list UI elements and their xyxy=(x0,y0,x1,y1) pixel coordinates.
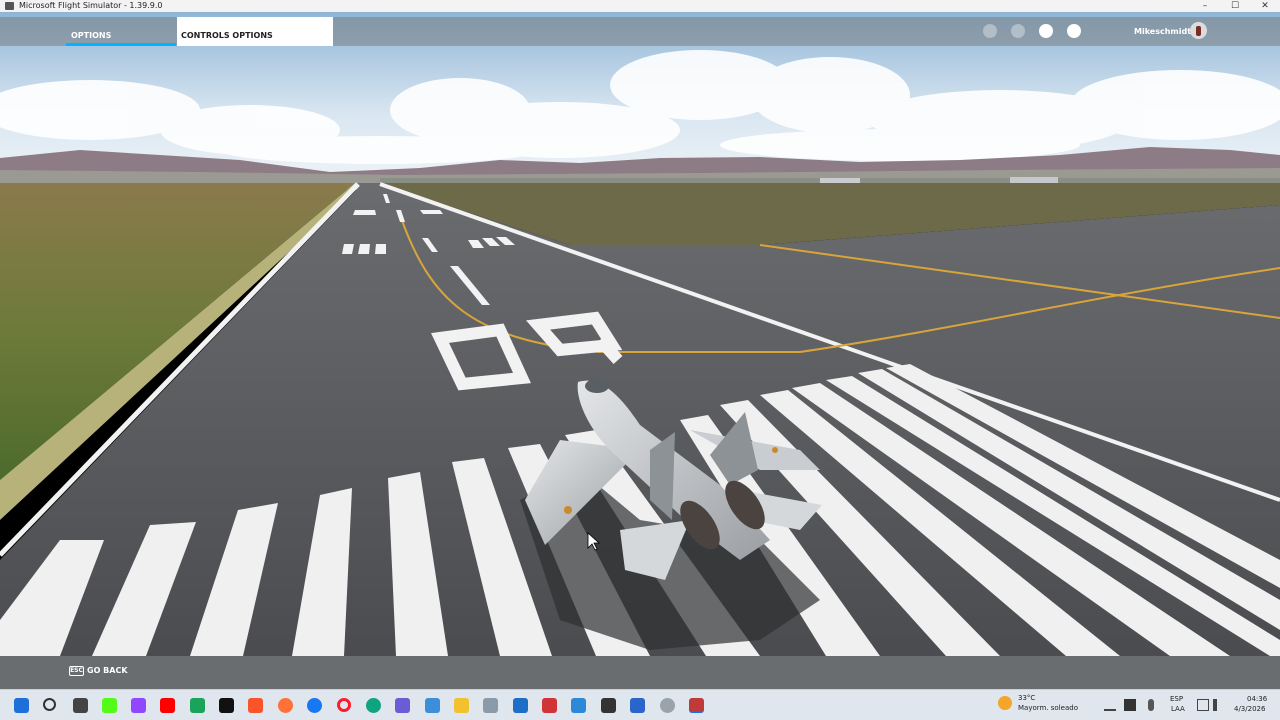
esc-key-hint: ESC xyxy=(69,666,84,676)
keyboard-layout[interactable]: LAA xyxy=(1171,705,1185,713)
youtube-icon[interactable] xyxy=(160,698,175,713)
close-button[interactable]: ✕ xyxy=(1250,0,1280,12)
app-icon xyxy=(5,2,14,10)
microphone-icon[interactable] xyxy=(1148,699,1154,711)
show-hidden-icons-icon[interactable] xyxy=(1104,699,1116,711)
snipping-icon[interactable] xyxy=(630,698,645,713)
profile-icon[interactable] xyxy=(1039,24,1053,38)
top-navigation-bar: OPTIONS CONTROLS OPTIONS MikeschmidtX xyxy=(0,17,1280,46)
opera-icon[interactable] xyxy=(337,698,351,712)
simulator-viewport xyxy=(0,12,1280,690)
tab-controls-options-label: CONTROLS OPTIONS xyxy=(181,31,273,40)
weather-sun-icon[interactable] xyxy=(998,696,1012,710)
tab-options-label: OPTIONS xyxy=(71,31,112,40)
weather-temperature[interactable]: 33°C xyxy=(1018,694,1035,702)
weather-description[interactable]: Mayorm. soleado xyxy=(1018,704,1078,712)
input-language[interactable]: ESP xyxy=(1170,695,1183,703)
ea-icon[interactable] xyxy=(601,698,616,713)
minimize-button[interactable]: – xyxy=(1190,0,1220,12)
tab-controls-options[interactable]: CONTROLS OPTIONS xyxy=(177,17,333,46)
mail-icon[interactable] xyxy=(513,698,528,713)
pc-app-icon[interactable] xyxy=(425,698,440,713)
windows-taskbar: 33°C Mayorm. soleado ESP LAA 04:36 4/3/2… xyxy=(0,689,1280,720)
facebook-icon[interactable] xyxy=(307,698,322,713)
store-icon[interactable] xyxy=(483,698,498,713)
volume-icon[interactable] xyxy=(1213,699,1225,711)
calendar-app-icon[interactable] xyxy=(542,698,557,713)
search-icon[interactable] xyxy=(43,698,56,711)
brave-icon[interactable] xyxy=(248,698,263,713)
tab-options[interactable]: OPTIONS xyxy=(66,17,176,46)
edge-icon[interactable] xyxy=(366,698,381,713)
network-icon[interactable] xyxy=(1197,699,1209,711)
active-tab-indicator xyxy=(66,43,176,46)
twitch-icon[interactable] xyxy=(131,698,146,713)
sync-icon[interactable] xyxy=(983,24,997,38)
notifications-icon[interactable] xyxy=(1067,24,1081,38)
start-icon[interactable] xyxy=(14,698,29,713)
window-titlebar: Microsoft Flight Simulator - 1.39.9.0 – … xyxy=(0,0,1280,12)
x-icon[interactable] xyxy=(219,698,234,713)
file-explorer-icon[interactable] xyxy=(454,698,469,713)
photos-app-icon[interactable] xyxy=(571,698,586,713)
task-view-icon[interactable] xyxy=(73,698,88,713)
window-title: Microsoft Flight Simulator - 1.39.9.0 xyxy=(19,1,163,10)
clock-date[interactable]: 4/3/2026 xyxy=(1234,705,1265,713)
adobe-tray-icon[interactable] xyxy=(1124,699,1136,711)
achievements-icon[interactable] xyxy=(1011,24,1025,38)
bottom-action-bar: ESC GO BACK xyxy=(0,656,1280,689)
avatar[interactable] xyxy=(1190,22,1207,39)
photos-icon[interactable] xyxy=(395,698,410,713)
flight-sim-icon[interactable] xyxy=(689,698,704,713)
username[interactable]: MikeschmidtX xyxy=(1134,27,1197,36)
firefox-icon[interactable] xyxy=(278,698,293,713)
green-app-icon[interactable] xyxy=(190,698,205,713)
maximize-button[interactable]: ☐ xyxy=(1220,0,1250,12)
chrome-icon[interactable] xyxy=(660,698,675,713)
runway-scene xyxy=(0,12,1280,656)
k-app-icon[interactable] xyxy=(102,698,117,713)
go-back-button[interactable]: GO BACK xyxy=(87,666,128,675)
clock-time[interactable]: 04:36 xyxy=(1247,695,1267,703)
